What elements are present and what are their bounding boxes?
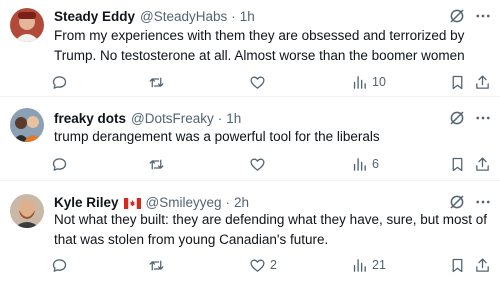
tweet[interactable]: Kyle Riley @Smileyyeg · 2h Not what they… (0, 192, 500, 278)
display-name[interactable]: Kyle Riley (54, 195, 119, 210)
bookmark-icon (452, 75, 463, 89)
timestamp[interactable]: 1h (226, 111, 241, 126)
more-icon[interactable] (474, 7, 492, 25)
retweet-icon (149, 77, 164, 87)
retweet-button[interactable] (148, 72, 165, 92)
action-bar: 2 21 (0, 255, 500, 275)
action-bar: 10 (0, 72, 500, 92)
bookmark-button[interactable] (449, 72, 466, 92)
tweet-header: Steady Eddy @SteadyHabs · 1h (54, 6, 255, 26)
tweet-text: trump derangement was a powerful tool fo… (54, 129, 380, 144)
username[interactable]: @Smileyyeg (146, 195, 222, 210)
divider (0, 96, 500, 97)
like-button[interactable] (249, 72, 270, 92)
tweet-header: freaky dots @DotsFreaky · 1h (54, 108, 241, 128)
reply-button[interactable] (51, 72, 68, 92)
reply-icon (52, 258, 67, 272)
views-icon (353, 157, 366, 171)
grok-icon[interactable] (448, 7, 466, 25)
avatar[interactable] (10, 108, 44, 142)
tweet[interactable]: Steady Eddy @SteadyHabs · 1h From my exp… (0, 6, 500, 91)
like-button[interactable]: 2 (249, 255, 277, 275)
bookmark-button[interactable] (449, 154, 466, 174)
avatar[interactable] (10, 194, 44, 228)
grok-icon[interactable] (448, 193, 466, 211)
reply-icon (52, 75, 67, 89)
reply-icon (52, 157, 67, 171)
like-count: 2 (270, 258, 277, 272)
share-button[interactable] (474, 72, 491, 92)
reply-button[interactable] (51, 154, 68, 174)
action-bar: 6 (0, 154, 500, 174)
username[interactable]: @DotsFreaky (131, 111, 214, 126)
views-button[interactable]: 21 (351, 255, 386, 275)
timestamp[interactable]: 1h (240, 9, 255, 24)
like-button[interactable] (249, 154, 270, 174)
tweet-text: Not what they built: they are defending … (54, 212, 488, 247)
share-button[interactable] (474, 255, 491, 275)
heart-icon (250, 158, 265, 171)
view-count: 21 (372, 258, 386, 272)
username[interactable]: @SteadyHabs (140, 9, 227, 24)
canada-flag-icon (123, 197, 141, 209)
bookmark-button[interactable] (449, 255, 466, 275)
separator-dot: · (225, 194, 231, 210)
heart-icon (250, 259, 265, 272)
share-icon (476, 156, 489, 171)
share-icon (476, 74, 489, 89)
views-button[interactable]: 6 (351, 154, 379, 174)
views-icon (353, 75, 366, 89)
retweet-button[interactable] (148, 255, 165, 275)
views-button[interactable]: 10 (351, 72, 386, 92)
bookmark-icon (452, 258, 463, 272)
heart-icon (250, 76, 265, 89)
tweet-header: Kyle Riley @Smileyyeg · 2h (54, 192, 249, 212)
share-icon (476, 257, 489, 272)
divider (0, 180, 500, 181)
more-icon[interactable] (474, 109, 492, 127)
retweet-icon (149, 159, 164, 169)
retweet-button[interactable] (148, 154, 165, 174)
avatar[interactable] (10, 8, 44, 42)
bookmark-icon (452, 157, 463, 171)
display-name[interactable]: freaky dots (54, 111, 126, 126)
more-icon[interactable] (474, 193, 492, 211)
display-name[interactable]: Steady Eddy (54, 9, 135, 24)
share-button[interactable] (474, 154, 491, 174)
grok-icon[interactable] (448, 109, 466, 127)
timestamp[interactable]: 2h (234, 195, 249, 210)
reply-button[interactable] (51, 255, 68, 275)
tweet-text: From my experiences with them they are o… (54, 28, 465, 63)
views-icon (353, 258, 366, 272)
tweet[interactable]: freaky dots @DotsFreaky · 1h trump deran… (0, 108, 500, 172)
separator-dot: · (217, 110, 223, 126)
separator-dot: · (231, 8, 236, 24)
retweet-icon (149, 260, 164, 270)
view-count: 10 (372, 75, 386, 89)
view-count: 6 (372, 157, 379, 171)
